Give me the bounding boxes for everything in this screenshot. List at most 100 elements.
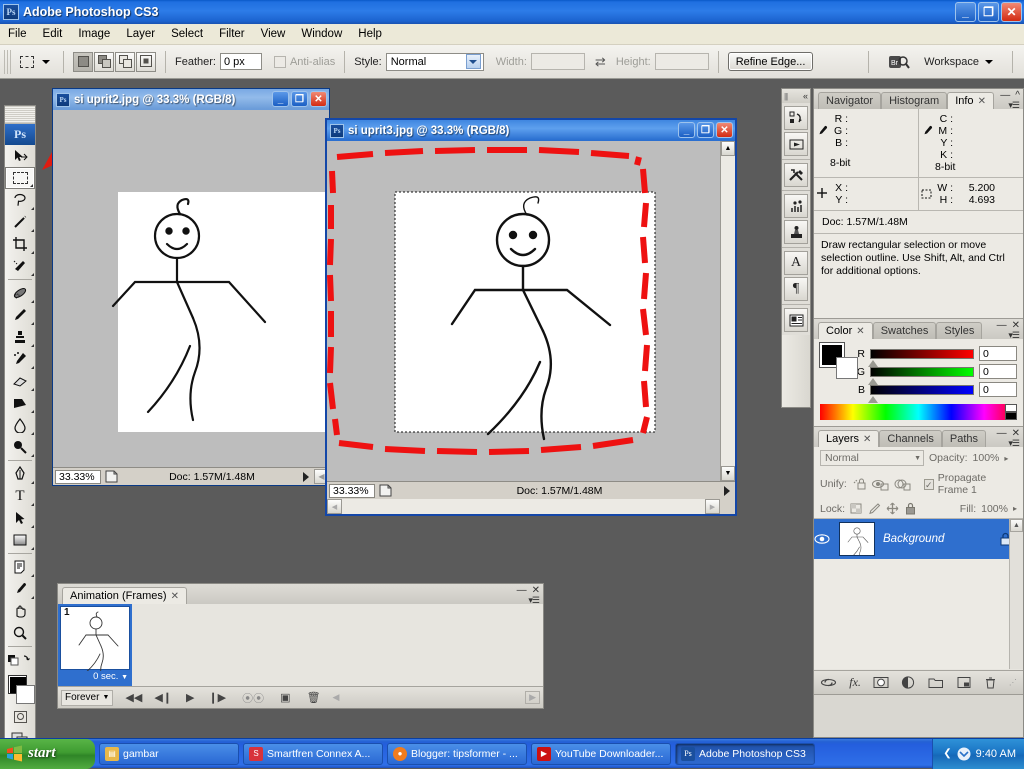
start-button[interactable]: start: [0, 738, 95, 769]
minimize-icon[interactable]: —: [997, 428, 1007, 439]
close-icon[interactable]: ✕: [863, 434, 871, 445]
channel-b-slider[interactable]: [868, 384, 974, 403]
menu-view[interactable]: View: [253, 26, 294, 42]
clone-stamp-tool[interactable]: [5, 326, 35, 348]
history-actions-icon[interactable]: [784, 106, 808, 130]
tab-animation-frames[interactable]: Animation (Frames) ✕: [62, 587, 187, 604]
swap-dimensions-icon[interactable]: ⇄: [595, 54, 606, 70]
menu-layer[interactable]: Layer: [118, 26, 163, 42]
brush-tool[interactable]: [5, 304, 35, 326]
intersect-with-selection-button[interactable]: [136, 51, 156, 72]
tab-styles[interactable]: Styles: [936, 322, 983, 339]
doc-canvas-uprit2[interactable]: [53, 110, 329, 467]
tab-swatches[interactable]: Swatches: [872, 322, 937, 339]
clock[interactable]: 9:40 AM: [976, 748, 1016, 760]
blend-mode-select[interactable]: Normal ▼: [820, 450, 924, 466]
notes-tool[interactable]: [5, 556, 35, 578]
panel-menu-icon[interactable]: ▾☰: [1008, 330, 1020, 341]
layer-style-icon[interactable]: fx.: [849, 675, 861, 690]
scroll-down-button[interactable]: ▼: [721, 466, 735, 481]
pen-tool[interactable]: [5, 463, 35, 485]
menu-file[interactable]: File: [0, 26, 35, 42]
eraser-tool[interactable]: [5, 370, 35, 392]
tool-preset-chevron-down-icon[interactable]: [42, 59, 50, 64]
taskbar-item-blogger[interactable]: ● Blogger: tipsformer - ...: [387, 742, 527, 765]
rectangle-shape-tool[interactable]: [5, 529, 35, 551]
minimize-icon[interactable]: —: [517, 585, 527, 596]
minimize-button[interactable]: _: [955, 2, 976, 22]
layers-scroll-up-button[interactable]: ▲: [1010, 519, 1023, 532]
channel-g-value[interactable]: 0: [979, 364, 1017, 379]
lock-transparent-pixels-icon[interactable]: [850, 502, 863, 515]
layer-name[interactable]: Background: [883, 533, 999, 545]
animation-icon[interactable]: [784, 132, 808, 156]
channel-r-value[interactable]: 0: [979, 346, 1017, 361]
layer-mask-icon[interactable]: [873, 676, 889, 689]
healing-brush-tool[interactable]: [5, 282, 35, 304]
animation-frame-1[interactable]: 1 0 sec. ▼: [58, 604, 132, 686]
doc-minimize-button[interactable]: _: [678, 122, 695, 138]
clone-source-icon[interactable]: [784, 220, 808, 244]
feather-input[interactable]: 0 px: [219, 53, 262, 70]
delete-frame-icon[interactable]: 🗑: [307, 691, 321, 704]
doc-window-uprit2[interactable]: Ps si uprit2.jpg @ 33.3% (RGB/8) _ ❐ ✕ 3…: [52, 88, 330, 486]
gradient-tool[interactable]: [5, 392, 35, 414]
color-swatches[interactable]: [5, 674, 35, 708]
lock-position-icon[interactable]: [886, 502, 899, 515]
toolbox-drag-handle[interactable]: [5, 106, 35, 124]
messenger-icon[interactable]: [957, 747, 971, 761]
menu-image[interactable]: Image: [70, 26, 118, 42]
tab-channels[interactable]: Channels: [879, 430, 942, 447]
crop-tool[interactable]: [5, 233, 35, 255]
scroll-right-button[interactable]: ▶: [705, 499, 720, 514]
unify-visibility-icon[interactable]: [871, 478, 889, 491]
tool-presets-icon[interactable]: [784, 163, 808, 187]
doc-preview-icon[interactable]: [375, 484, 395, 497]
blur-tool[interactable]: [5, 414, 35, 436]
adjustment-layer-icon[interactable]: [901, 676, 916, 689]
horizontal-type-tool[interactable]: T: [5, 485, 35, 507]
doc-minimize-button[interactable]: _: [272, 91, 289, 107]
scroll-up-button[interactable]: ▲: [721, 141, 735, 156]
channel-b-knob[interactable]: [868, 395, 878, 403]
minimize-icon[interactable]: —: [997, 320, 1007, 331]
doc-zoom-value[interactable]: 33.33%: [329, 483, 375, 498]
doc-close-button[interactable]: ✕: [716, 122, 733, 138]
history-brush-tool[interactable]: [5, 348, 35, 370]
taskbar-item-gambar[interactable]: ▤ gambar: [99, 742, 239, 765]
doc-title-bar[interactable]: Ps si uprit2.jpg @ 33.3% (RGB/8) _ ❐ ✕: [53, 89, 329, 110]
scroll-right-button[interactable]: ▶: [525, 691, 540, 704]
select-first-frame-icon[interactable]: ◀◀: [125, 691, 142, 704]
unify-style-icon[interactable]: [894, 478, 911, 491]
frame-delay[interactable]: 0 sec. ▼: [60, 670, 130, 685]
path-selection-tool[interactable]: [5, 507, 35, 529]
doc-zoom-value[interactable]: 33.33%: [55, 469, 101, 484]
taskbar-item-smartfren[interactable]: S Smartfren Connex A...: [243, 742, 383, 765]
panel-menu-icon[interactable]: ▾☰: [1008, 438, 1020, 449]
subtract-from-selection-button[interactable]: [115, 51, 135, 72]
doc-maximize-button[interactable]: ❐: [291, 91, 308, 107]
propagate-frame-checkbox[interactable]: ✓ Propagate Frame 1: [923, 472, 1017, 496]
menu-help[interactable]: Help: [350, 26, 390, 42]
new-selection-button[interactable]: [73, 51, 93, 72]
doc-status-menu-icon[interactable]: [724, 485, 730, 496]
add-to-selection-button[interactable]: [94, 51, 114, 72]
doc-canvas-uprit3[interactable]: [327, 141, 720, 481]
tween-frames-icon[interactable]: ⦿⦿: [242, 690, 264, 706]
channel-r-slider[interactable]: [868, 348, 974, 367]
doc-horizontal-scrollbar[interactable]: ◀ ▶: [327, 499, 720, 514]
go-to-bridge-icon[interactable]: Br: [888, 53, 910, 71]
menu-filter[interactable]: Filter: [211, 26, 253, 42]
move-tool[interactable]: [5, 145, 35, 167]
eyedropper-tool[interactable]: [5, 578, 35, 600]
taskbar-item-photoshop[interactable]: Ps Adobe Photoshop CS3: [675, 742, 815, 765]
tab-color[interactable]: Color ✕: [818, 322, 873, 339]
doc-window-uprit3[interactable]: Ps si uprit3.jpg @ 33.3% (RGB/8) _ ❐ ✕ ▲…: [325, 118, 737, 516]
opacity-value[interactable]: 100%: [973, 452, 1000, 464]
height-input[interactable]: [654, 53, 709, 70]
fill-value[interactable]: 100%: [981, 503, 1008, 515]
scroll-left-button[interactable]: ◀: [333, 692, 340, 703]
background-color-swatch[interactable]: [836, 357, 858, 379]
layer-row-background[interactable]: Background: [814, 519, 1023, 559]
new-layer-icon[interactable]: [957, 676, 972, 689]
